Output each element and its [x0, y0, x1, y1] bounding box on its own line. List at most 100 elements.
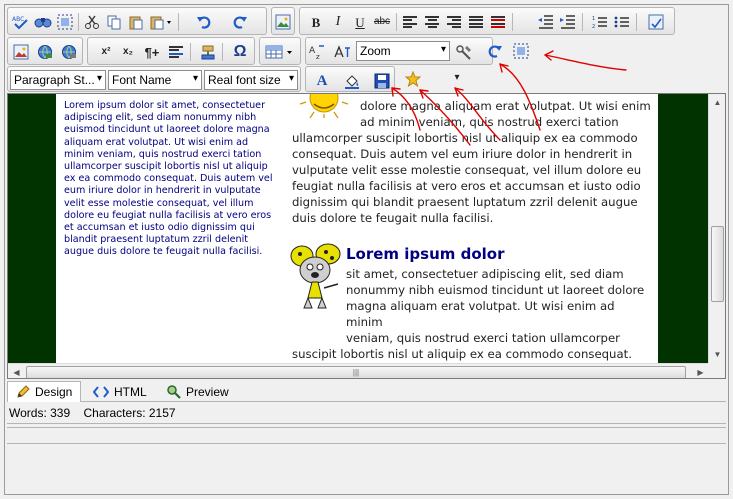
svg-text:z: z — [316, 53, 320, 60]
insert-table-icon[interactable] — [264, 42, 296, 62]
text-direction-icon[interactable]: Az — [308, 42, 328, 62]
paragraph-two-line-2: nonummy nibh euismod tincidunt ut laoree… — [346, 283, 645, 297]
toolbar-group-table — [259, 37, 301, 65]
scroll-right-icon[interactable]: ▶ — [692, 364, 709, 378]
mode-tabs: Design HTML Preview — [7, 380, 726, 402]
italic-button[interactable]: I — [328, 12, 348, 32]
zoom-select[interactable]: Zoom — [356, 41, 450, 61]
paste-icon[interactable] — [126, 12, 146, 32]
image-insert-icon[interactable] — [273, 12, 293, 32]
remove-link-icon[interactable] — [59, 42, 79, 62]
cut-icon[interactable] — [82, 12, 102, 32]
copy-icon[interactable] — [104, 12, 124, 32]
tab-design-label: Design — [35, 385, 73, 399]
strikethrough-button[interactable]: abc — [372, 12, 392, 32]
outdent-icon[interactable] — [536, 12, 556, 32]
scroll-up-icon[interactable]: ▲ — [709, 94, 725, 111]
horizontal-scrollbar[interactable]: ◀ ||| ▶ — [8, 363, 710, 378]
tab-html-label: HTML — [114, 384, 147, 399]
scroll-left-icon[interactable]: ◀ — [8, 364, 25, 378]
undo-icon[interactable] — [194, 12, 214, 32]
design-pencil-icon — [17, 385, 30, 398]
clear-formatting-icon[interactable] — [488, 12, 508, 32]
status-divider-1 — [7, 427, 726, 428]
horizontal-scroll-thumb[interactable]: ||| — [26, 366, 686, 378]
find-icon[interactable] — [33, 12, 53, 32]
html-editor: ABC B I U abc 1 2 x² x₂ ¶+ Ω A z Zoom ▾ … — [4, 4, 729, 495]
ordered-list-icon[interactable]: 12 — [590, 12, 610, 32]
text-color-button[interactable]: A — [312, 71, 332, 91]
paragraph-one: dolore magna aliquam erat volutpat. Ut w… — [292, 98, 654, 226]
toolbar-more-chevron-icon[interactable]: ▾ — [447, 68, 467, 88]
preview-magnifier-icon — [167, 384, 181, 399]
toolbar-group-edit: ABC — [7, 7, 267, 35]
character-count: Characters: 2157 — [83, 406, 176, 420]
toolbar-group-zoom: Az Zoom — [305, 37, 493, 65]
align-right-icon[interactable] — [444, 12, 464, 32]
scroll-down-icon[interactable]: ▼ — [709, 346, 725, 363]
paragraph-two-line-4: veniam, quis nostrud exerci tation ullam… — [346, 331, 620, 345]
paragraph-one-line-1: dolore magna aliquam erat volutpat. Ut w… — [360, 99, 651, 113]
align-center-icon[interactable] — [422, 12, 442, 32]
select-element-icon[interactable] — [511, 41, 531, 61]
toolbar-group-selects: Paragraph St... Font Name Real font size — [7, 66, 301, 92]
toolbar-group-insert — [7, 37, 83, 65]
toolbar-group-format: B I U abc 12 — [299, 7, 675, 35]
background-color-icon[interactable] — [342, 71, 362, 91]
paragraph-two-line-3: magna aliquam erat volutpat. Ut wisi eni… — [346, 299, 615, 329]
tools-icon[interactable] — [454, 42, 474, 62]
svg-text:1: 1 — [592, 16, 595, 22]
subscript-button[interactable]: x₂ — [118, 42, 138, 62]
font-sizer-icon[interactable] — [332, 42, 352, 62]
toolbar-group-colors: A — [305, 66, 395, 92]
left-column-text[interactable]: Lorem ipsum dolor sit amet, consectetuer… — [56, 94, 286, 364]
font-size-select[interactable]: Real font size — [204, 70, 298, 90]
indent-icon[interactable] — [558, 12, 578, 32]
svg-text:ABC: ABC — [12, 16, 24, 23]
svg-text:2: 2 — [592, 24, 595, 29]
font-name-select[interactable]: Font Name — [108, 70, 202, 90]
right-column[interactable]: dolore magna aliquam erat volutpat. Ut w… — [284, 94, 658, 377]
toolbar-group-text: x² x₂ ¶+ Ω — [87, 37, 255, 65]
vertical-scroll-thumb[interactable] — [711, 226, 724, 302]
tab-preview-label: Preview — [186, 384, 229, 399]
page-properties-icon[interactable] — [646, 12, 666, 32]
svg-text:A: A — [309, 46, 316, 56]
tab-html[interactable]: HTML — [85, 381, 155, 402]
html-code-icon — [93, 385, 109, 398]
insert-image-icon[interactable] — [11, 42, 31, 62]
paragraph-style-select[interactable]: Paragraph St... — [10, 70, 106, 90]
tab-preview[interactable]: Preview — [159, 381, 237, 402]
underline-button[interactable]: U — [350, 12, 370, 32]
paste-special-icon[interactable] — [148, 12, 174, 32]
spell-check-icon[interactable]: ABC — [11, 12, 31, 32]
scroll-corner — [708, 363, 725, 378]
refresh-icon[interactable] — [485, 41, 505, 61]
unordered-list-icon[interactable] — [612, 12, 632, 32]
editor-content-area[interactable]: Lorem ipsum dolor sit amet, consectetuer… — [7, 93, 726, 379]
paragraph-two: sit amet, consectetuer adipiscing elit, … — [292, 266, 654, 378]
paragraph-one-rest: ullamcorper suscipit lobortis nisl ut al… — [292, 131, 642, 225]
special-char-button[interactable]: Ω — [230, 42, 250, 62]
format-painter-icon[interactable] — [198, 42, 218, 62]
superscript-button[interactable]: x² — [96, 42, 116, 62]
paragraph-icon[interactable]: ¶+ — [142, 42, 162, 62]
paragraph-one-line-2: ad minim veniam, quis nostrud exerci tat… — [360, 115, 619, 129]
section-heading: Lorem ipsum dolor — [346, 245, 505, 263]
save-icon[interactable] — [372, 71, 392, 91]
redo-icon[interactable] — [230, 12, 250, 32]
tab-design[interactable]: Design — [7, 381, 82, 402]
favorite-star-icon[interactable] — [403, 69, 423, 89]
status-divider-2 — [7, 443, 726, 444]
word-count: Words: 339 — [9, 406, 71, 420]
horizontal-rule-icon[interactable] — [166, 42, 186, 62]
status-bar: Words: 339 Characters: 2157 — [7, 404, 726, 424]
select-all-icon[interactable] — [55, 12, 75, 32]
justify-icon[interactable] — [466, 12, 486, 32]
align-left-icon[interactable] — [400, 12, 420, 32]
vertical-scrollbar[interactable]: ▲ ▼ — [708, 94, 725, 363]
bold-button[interactable]: B — [306, 12, 326, 32]
paragraph-two-line-1: sit amet, consectetuer adipiscing elit, … — [346, 267, 624, 281]
insert-link-icon[interactable] — [35, 42, 55, 62]
toolbar-group-image — [271, 7, 295, 35]
